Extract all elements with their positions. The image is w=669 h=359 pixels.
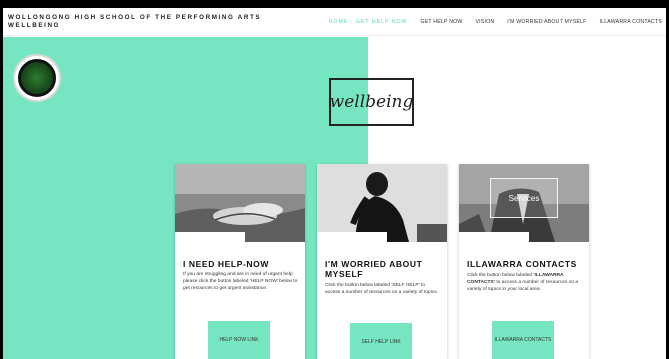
card-body: Click the button below labeled 'SELF HEL… [325,283,439,296]
school-crest-icon [18,59,56,97]
card-body: Click the button below labeled 'ILLAWARR… [467,272,583,294]
silhouette-photo [317,164,447,242]
nav-item-home[interactable]: HOME - GET HELP NOW [329,19,408,25]
card-help-now: I NEED HELP-NOW If you are struggling an… [175,164,305,359]
card-image-services: Services [459,164,589,242]
card-tab [175,232,245,246]
card-body-text: Click the button below labeled [467,273,534,278]
page: WOLLONGONG HIGH SCHOOL OF THE PERFORMING… [3,0,666,359]
card-image-silhouette [317,164,447,242]
holding-hands-photo [175,164,305,242]
help-now-button[interactable]: HELP NOW LINK [208,321,270,359]
school-logo[interactable] [13,54,61,102]
card-title: I NEED HELP-NOW [183,259,269,269]
illawarra-contacts-button[interactable]: ILLAWARRA CONTACTS [492,321,554,359]
card-tab [459,232,529,246]
card-title: ILLAWARRA CONTACTS [467,259,577,269]
site-title-line1: WOLLONGONG HIGH SCHOOL OF THE PERFORMING… [8,14,262,21]
nav-item-illawarra-contacts[interactable]: ILLAWARRA CONTACTS [600,19,663,25]
site-header: WOLLONGONG HIGH SCHOOL OF THE PERFORMING… [3,8,666,36]
card-title: I'M WORRIED ABOUT MYSELF [325,259,423,279]
card-tab [317,232,387,246]
site-title[interactable]: WOLLONGONG HIGH SCHOOL OF THE PERFORMING… [8,14,261,30]
wellbeing-heading: wellbeing [329,92,414,112]
nav-item-vision[interactable]: VISION [476,19,495,25]
top-bar [3,0,666,8]
card-image-holding-hands [175,164,305,242]
card-worried-about-myself: I'M WORRIED ABOUT MYSELF Click the butto… [317,164,447,359]
site-title-line2: WELLBEING [8,22,61,29]
services-overlay: Services [490,178,558,218]
wellbeing-heading-box: wellbeing [329,78,414,126]
main-nav: HOME - GET HELP NOW GET HELP NOW VISION … [329,19,662,25]
card-illawarra-contacts: Services ILLAWARRA CONTACTS Click the bu… [459,164,589,359]
card-body: If you are struggling and are in need of… [183,272,298,292]
self-help-button[interactable]: SELF HELP LINK [350,323,412,359]
nav-item-get-help-now[interactable]: GET HELP NOW [421,19,463,25]
services-label: Services [508,193,540,203]
nav-item-worried-about-myself[interactable]: I'M WORRIED ABOUT MYSELF [507,19,586,25]
